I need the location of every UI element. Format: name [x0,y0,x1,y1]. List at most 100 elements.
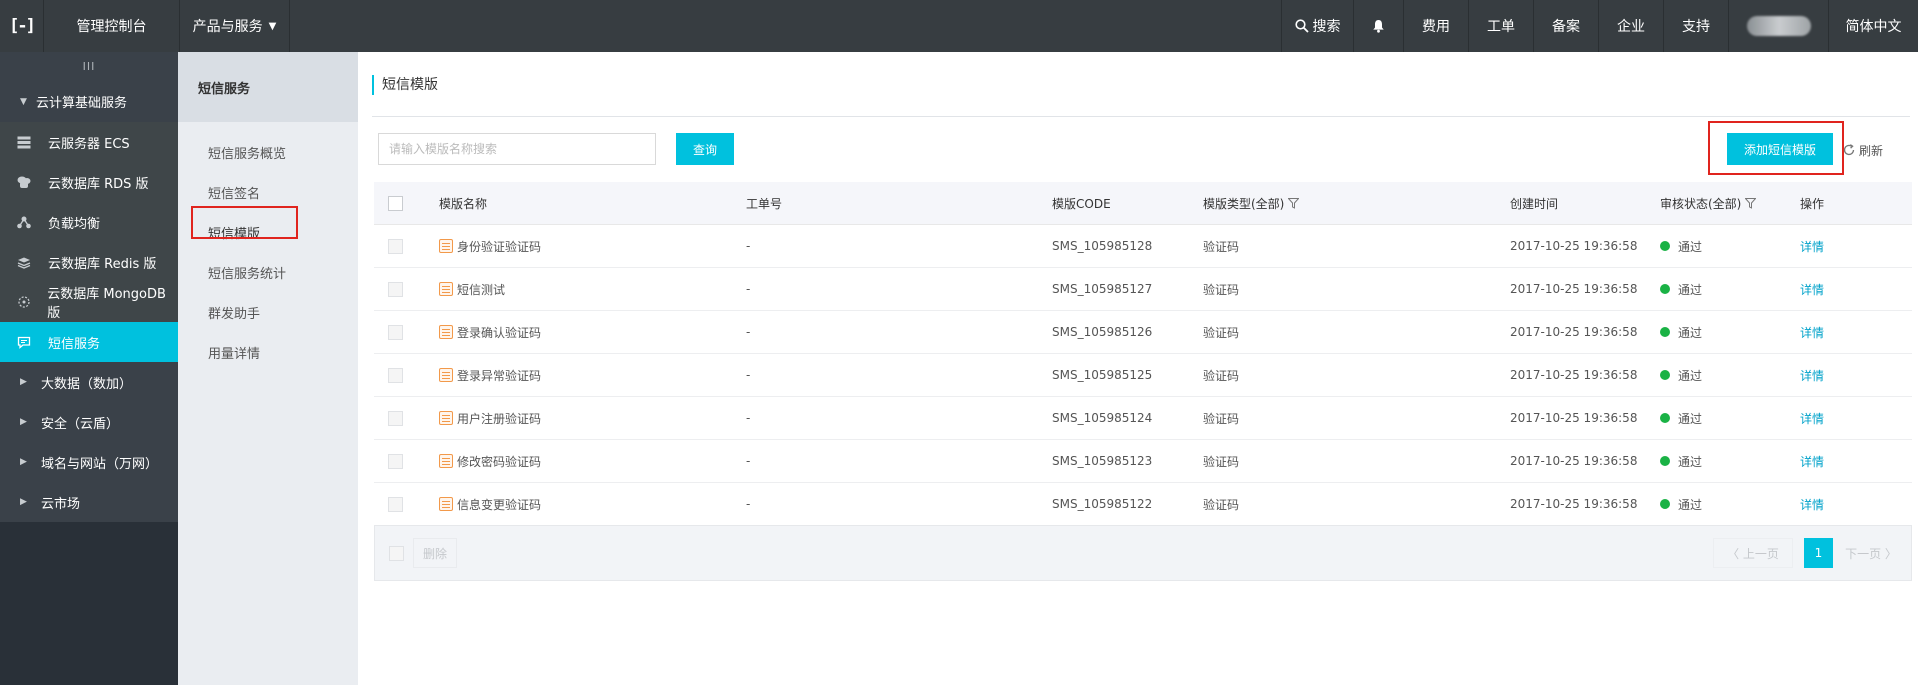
sidebar-group-domains[interactable]: ▶ 域名与网站（万网） [0,442,178,482]
details-link[interactable]: 详情 [1800,498,1824,512]
row-checkbox[interactable] [388,410,403,426]
footer-select-all-checkbox[interactable] [389,546,404,561]
details-link[interactable]: 详情 [1800,240,1824,254]
user-account[interactable] [1728,0,1828,52]
cell-action: 详情 [1800,238,1900,255]
pagination-prev[interactable]: 〈 上一页 [1713,538,1793,568]
sidebar-item-label: 云数据库 Redis 版 [48,256,157,272]
row-checkbox-cell [374,496,439,512]
sidebar-item-rds[interactable]: 云数据库 RDS 版 [0,162,178,202]
template-table: 模版名称 工单号 模版CODE 模版类型(全部) 创建时间 审核状态(全部) 操… [374,182,1912,526]
cell-name: 信息变更验证码 [439,496,746,513]
status-label: 通过 [1678,411,1703,426]
cell-created: 2017-10-25 19:36:58 [1510,497,1638,511]
table-row: 登录确认验证码 - SMS_105985126 验证码 2017-10-25 1… [374,311,1912,354]
subnav-title: 短信服务 [178,52,358,122]
sidebar-item-redis[interactable]: 云数据库 Redis 版 [0,242,178,282]
table-row: 身份验证验证码 - SMS_105985128 验证码 2017-10-25 1… [374,225,1912,268]
subnav-item-overview[interactable]: 短信服务概览 [178,132,358,172]
topbar-enterprise[interactable]: 企业 [1598,0,1663,52]
filter-icon [1288,197,1300,209]
topbar-support[interactable]: 支持 [1663,0,1728,52]
caret-right-icon: ▶ [20,457,27,467]
sidebar-collapse-toggle[interactable]: III [0,52,178,81]
sidebar-group-label: 大数据（数加） [41,376,133,392]
cell-name: 短信测试 [439,281,746,298]
notifications-button[interactable] [1353,0,1403,52]
cell-code: SMS_105985127 [1052,282,1153,296]
pagination-current-page[interactable]: 1 [1804,538,1833,568]
query-button[interactable]: 查询 [676,133,734,165]
cell-created: 2017-10-25 19:36:58 [1510,239,1638,253]
template-search-input[interactable] [378,133,656,165]
cell-action: 详情 [1800,367,1900,384]
row-checkbox[interactable] [388,238,403,254]
search-button[interactable]: 搜索 [1281,0,1353,52]
details-link[interactable]: 详情 [1800,455,1824,469]
cell-action: 详情 [1800,453,1900,470]
cell-name: 登录确认验证码 [439,324,746,341]
details-link[interactable]: 详情 [1800,326,1824,340]
topbar-billing[interactable]: 费用 [1403,0,1468,52]
add-template-button[interactable]: 添加短信模版 [1727,133,1833,165]
console-link[interactable]: 管理控制台 [44,0,180,52]
aliyun-logo[interactable]: [-] [0,0,44,52]
template-doc-icon [439,411,453,425]
sidebar-item-label: 短信服务 [48,336,101,352]
row-checkbox[interactable] [388,324,403,340]
template-doc-icon [439,368,453,382]
pagination-next[interactable]: 下一页 〉 [1835,538,1907,568]
row-checkbox[interactable] [388,281,403,297]
details-link[interactable]: 详情 [1800,283,1824,297]
template-doc-icon [439,497,453,511]
sidebar-item-slb[interactable]: 负载均衡 [0,202,178,242]
col-name: 模版名称 [439,196,488,211]
col-created: 创建时间 [1510,196,1559,211]
pagination-next-label: 下一页 [1845,546,1882,561]
table-row: 短信测试 - SMS_105985127 验证码 2017-10-25 19:3… [374,268,1912,311]
row-checkbox[interactable] [388,367,403,383]
status-label: 通过 [1678,325,1703,340]
cell-order: - [746,368,751,382]
template-doc-icon [439,282,453,296]
sidebar-item-mongodb[interactable]: 云数据库 MongoDB 版 [0,282,178,322]
database-icon [14,176,34,189]
sidebar-item-sms[interactable]: 短信服务 [0,322,178,362]
top-navbar: [-] 管理控制台 产品与服务 ▼ 搜索 费用 工单 备案 企业 支持 简体中文 [0,0,1918,52]
sidebar-group-marketplace[interactable]: ▶ 云市场 [0,482,178,522]
sidebar-group-cloud-basic[interactable]: ▼ 云计算基础服务 [0,81,178,122]
chevron-left-icon: 〈 [1727,546,1743,561]
status-ok-icon [1660,499,1670,509]
subnav-item-usage[interactable]: 用量详情 [178,332,358,372]
cell-name: 修改密码验证码 [439,453,746,470]
bell-icon [1373,20,1384,33]
delete-button[interactable]: 删除 [413,538,457,568]
row-checkbox[interactable] [388,496,403,512]
table-footer: 删除 〈 上一页 1 下一页 〉 [374,525,1912,581]
col-type-filter[interactable]: 模版类型(全部) [1203,195,1510,212]
sidebar-group-bigdata[interactable]: ▶ 大数据（数加） [0,362,178,402]
select-all-checkbox[interactable] [388,195,403,211]
sidebar-item-ecs[interactable]: 云服务器 ECS [0,122,178,162]
refresh-button[interactable]: 刷新 [1842,141,1883,159]
topbar-filing[interactable]: 备案 [1533,0,1598,52]
subnav-item-bulk-send[interactable]: 群发助手 [178,292,358,332]
cell-code: SMS_105985123 [1052,454,1153,468]
refresh-label: 刷新 [1859,143,1884,158]
col-status-filter[interactable]: 审核状态(全部) [1660,195,1800,212]
page-title: 短信模版 [372,75,438,95]
cell-order: - [746,325,751,339]
sidebar-item-label: 云数据库 RDS 版 [48,176,149,192]
topbar-tickets[interactable]: 工单 [1468,0,1533,52]
sidebar-item-label: 云服务器 ECS [48,136,130,152]
subnav-item-statistics[interactable]: 短信服务统计 [178,252,358,292]
main-sidebar: III ▼ 云计算基础服务 云服务器 ECS 云数据库 RDS 版 负载均衡 云… [0,52,178,685]
language-switch[interactable]: 简体中文 [1828,0,1918,52]
sidebar-group-security[interactable]: ▶ 安全（云盾） [0,402,178,442]
row-checkbox-cell [374,367,439,383]
row-checkbox[interactable] [388,453,403,469]
details-link[interactable]: 详情 [1800,412,1824,426]
details-link[interactable]: 详情 [1800,369,1824,383]
products-menu[interactable]: 产品与服务 ▼ [180,0,290,52]
